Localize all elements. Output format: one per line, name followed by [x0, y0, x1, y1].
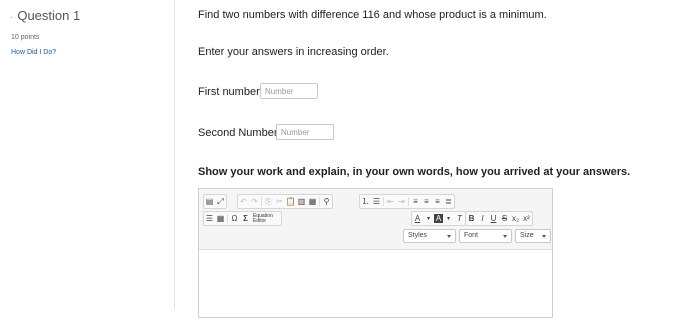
bulleted-list-icon[interactable]: ☰: [371, 196, 382, 207]
remove-format-icon[interactable]: T: [454, 213, 465, 224]
strikethrough-icon[interactable]: S: [499, 213, 510, 224]
toolbar-group-edit: ↶ ↷ ⎘ ✂ 📋 ▥ ▦ ⚲: [237, 194, 333, 209]
paste-text-icon[interactable]: ▥: [296, 196, 307, 207]
redo-icon[interactable]: ↷: [249, 196, 260, 207]
superscript-icon[interactable]: x²: [521, 213, 532, 224]
toolbar-group-view: ▤ ⤢: [203, 194, 227, 209]
editor-toolbar: ▤ ⤢ ↶ ↷ ⎘ ✂ 📋 ▥ ▦ ⚲ ⒈ ☰ ⇤ ⇥ ≡ ≡ ≡ ≣ ☰ ▦ …: [199, 189, 552, 250]
first-number-input[interactable]: Number: [260, 83, 318, 99]
paste-word-icon[interactable]: ▦: [307, 196, 318, 207]
numbered-list-icon[interactable]: ⒈: [360, 196, 371, 207]
bullet-icon: ·: [10, 12, 14, 23]
chevron-down-icon: [503, 235, 507, 238]
second-number-input[interactable]: Number: [276, 124, 334, 140]
horizontal-rule-icon[interactable]: ☰: [204, 213, 215, 224]
font-dropdown-label: Font: [464, 232, 479, 239]
styles-dropdown-label: Styles: [408, 232, 428, 239]
chevron-down-icon: [447, 235, 451, 238]
question-sidebar: · Question 1 10 points How Did I Do?: [0, 0, 175, 309]
first-number-label: First number:: [198, 86, 263, 98]
answer-order-instruction: Enter your answers in increasing order.: [198, 46, 389, 58]
bold-icon[interactable]: B: [466, 213, 477, 224]
outdent-icon[interactable]: ⇤: [385, 196, 396, 207]
cut-icon[interactable]: ✂: [274, 196, 285, 207]
align-right-icon[interactable]: ≡: [432, 196, 443, 207]
indent-icon[interactable]: ⇥: [396, 196, 407, 207]
second-number-label: Second Number:: [198, 127, 281, 139]
separator: [319, 197, 320, 206]
chevron-down-icon: [542, 235, 546, 238]
question-prompt: Find two numbers with difference 116 and…: [198, 9, 547, 21]
points-label: 10 points: [11, 34, 40, 41]
explain-instruction: Show your work and explain, in your own …: [198, 166, 631, 178]
separator: [261, 197, 262, 206]
special-character-icon[interactable]: Ω: [229, 213, 240, 224]
table-icon[interactable]: ▦: [215, 213, 226, 224]
align-left-icon[interactable]: ≡: [410, 196, 421, 207]
preview-icon[interactable]: ▤: [204, 196, 215, 207]
equation-editor-label[interactable]: Equation Editor: [253, 213, 281, 224]
styles-dropdown[interactable]: Styles: [403, 229, 456, 243]
text-color-icon[interactable]: A: [412, 213, 423, 224]
copy-icon[interactable]: ⎘: [263, 196, 274, 207]
subscript-icon[interactable]: x₂: [510, 213, 521, 224]
background-color-icon[interactable]: A: [434, 214, 443, 223]
italic-icon[interactable]: I: [477, 213, 488, 224]
maximize-icon[interactable]: ⤢: [215, 196, 226, 207]
align-center-icon[interactable]: ≡: [421, 196, 432, 207]
text-color-dropdown-icon[interactable]: ▾: [423, 213, 434, 224]
how-did-i-do-link[interactable]: How Did I Do?: [11, 49, 56, 56]
rich-text-editor: ▤ ⤢ ↶ ↷ ⎘ ✂ 📋 ▥ ▦ ⚲ ⒈ ☰ ⇤ ⇥ ≡ ≡ ≡ ≣ ☰ ▦ …: [198, 188, 553, 318]
underline-icon[interactable]: U: [488, 213, 499, 224]
separator: [408, 197, 409, 206]
question-title-text: Question 1: [17, 8, 81, 23]
size-dropdown[interactable]: Size: [515, 229, 551, 243]
toolbar-group-insert: ☰ ▦ Ω Σ Equation Editor: [203, 211, 282, 226]
toolbar-group-colors: A ▾ A ▾ T: [411, 211, 466, 226]
toolbar-group-lists: ⒈ ☰ ⇤ ⇥ ≡ ≡ ≡ ≣: [359, 194, 455, 209]
separator: [227, 214, 228, 223]
equation-editor-icon[interactable]: Σ: [240, 213, 251, 224]
font-dropdown[interactable]: Font: [459, 229, 512, 243]
editor-content-area[interactable]: [199, 250, 552, 320]
size-dropdown-label: Size: [520, 232, 534, 239]
undo-icon[interactable]: ↶: [238, 196, 249, 207]
find-icon[interactable]: ⚲: [321, 196, 332, 207]
separator: [383, 197, 384, 206]
align-justify-icon[interactable]: ≣: [443, 196, 454, 207]
background-color-dropdown-icon[interactable]: ▾: [443, 213, 454, 224]
paste-icon[interactable]: 📋: [285, 196, 296, 207]
question-title: · Question 1: [10, 8, 80, 23]
toolbar-group-formatting: B I U S x₂ x²: [465, 211, 533, 226]
